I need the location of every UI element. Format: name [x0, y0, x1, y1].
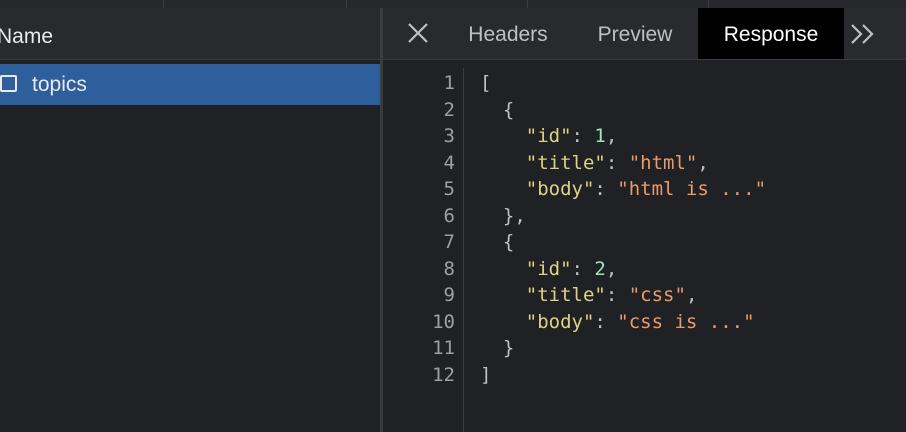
code-line: "body": "html is ..." [480, 176, 766, 202]
file-icon [0, 75, 17, 92]
json-string: "html is ..." [617, 178, 767, 200]
response-viewer[interactable]: 1 2 3 4 5 6 7 8 9 10 11 12 [ { "id": 1, "title": "h… [383, 68, 906, 432]
json-punctuation: : [594, 310, 618, 333]
json-punctuation: , [685, 284, 698, 306]
json-punctuation: } [480, 337, 515, 359]
request-row-topics[interactable]: topics [0, 64, 380, 105]
name-column-label: Name [0, 25, 54, 48]
json-punctuation [480, 152, 526, 174]
tab-preview[interactable]: Preview [578, 8, 692, 59]
json-punctuation: { [480, 231, 515, 253]
tab-response[interactable]: Response [698, 8, 844, 59]
column-divider [527, 0, 528, 8]
detail-tab-bar: Headers Preview Response [383, 8, 906, 60]
line-number: 11 [432, 337, 455, 359]
line-number: 8 [443, 257, 455, 280]
json-number: 1 [594, 125, 606, 147]
json-number: 2 [594, 257, 606, 280]
code-line: }, [480, 203, 526, 229]
json-key: "title" [525, 151, 606, 174]
json-string: "css is ..." [617, 310, 755, 333]
json-punctuation: { [480, 98, 515, 121]
json-string: "html" [628, 151, 698, 174]
line-number: 6 [443, 204, 455, 227]
tab-headers[interactable]: Headers [449, 8, 567, 59]
line-number: 10 [432, 310, 455, 333]
code-line: [ [480, 70, 491, 96]
line-number: 9 [443, 284, 455, 306]
line-number: 4 [443, 151, 455, 174]
line-number: 3 [443, 125, 455, 147]
column-divider [346, 0, 347, 8]
json-key: "title" [525, 284, 606, 306]
code-line: "id": 1, [480, 123, 618, 149]
json-punctuation: , [605, 125, 618, 147]
json-punctuation: : [605, 284, 629, 306]
code-line: "title": "html", [480, 150, 709, 176]
request-detail-panel: Headers Preview Response 1 2 3 4 5 6 7 8 9 10 11 12… [383, 8, 906, 432]
json-punctuation: : [594, 178, 618, 200]
code-line: { [480, 97, 514, 123]
json-punctuation [480, 258, 526, 280]
line-number: 1 [443, 72, 455, 94]
json-punctuation [480, 311, 526, 333]
top-strip [0, 0, 906, 8]
line-number: 12 [432, 363, 455, 386]
json-punctuation: : [571, 257, 595, 280]
json-punctuation: ] [480, 363, 492, 386]
json-punctuation: }, [480, 204, 526, 227]
json-punctuation: , [697, 151, 709, 174]
json-punctuation: , [605, 257, 618, 280]
line-number: 2 [443, 98, 455, 121]
json-key: "body" [525, 310, 595, 333]
code-line: "id": 2, [480, 256, 618, 282]
json-punctuation: [ [480, 72, 492, 94]
line-number: 7 [443, 231, 455, 253]
column-divider [708, 0, 709, 8]
json-punctuation [480, 178, 526, 200]
json-key: "id" [525, 257, 572, 280]
line-number-gutter: 1 2 3 4 5 6 7 8 9 10 11 12 [383, 68, 464, 432]
column-divider [163, 0, 164, 8]
code-line: "title": "css", [480, 282, 698, 308]
json-punctuation: : [571, 125, 595, 147]
request-name: topics [32, 73, 87, 96]
json-string: "css" [628, 284, 686, 306]
json-punctuation [480, 125, 526, 147]
close-icon[interactable] [407, 22, 429, 44]
name-column-header[interactable]: Name [0, 8, 380, 60]
json-key: "body" [525, 178, 595, 200]
json-key: "id" [525, 125, 572, 147]
chevron-double-right-icon[interactable] [849, 22, 877, 46]
json-punctuation [480, 284, 526, 306]
code-line: ] [480, 362, 491, 388]
code-line: } [480, 335, 514, 361]
code-line: "body": "css is ..." [480, 309, 755, 335]
json-punctuation: : [605, 151, 629, 174]
code-line: { [480, 229, 514, 255]
request-list-panel: Name topics [0, 8, 380, 432]
line-number: 5 [443, 178, 455, 200]
